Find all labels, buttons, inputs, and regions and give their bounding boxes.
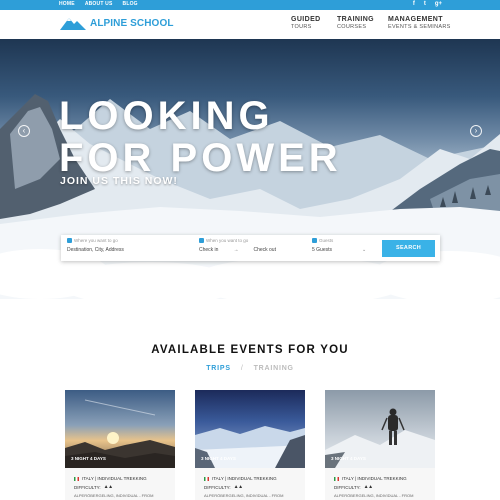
checkin-input[interactable]: Check in	[199, 247, 218, 253]
chevron-down-icon: ⌄	[362, 247, 367, 253]
difficulty-label: DIFFICULTY:	[334, 484, 361, 490]
event-location-text: ITALY | INDIVIDUAL TREKKING	[342, 476, 407, 481]
checkout-input[interactable]: Check out	[253, 247, 276, 253]
nav-title: MANAGEMENT	[388, 16, 443, 23]
guests-select[interactable]: 5 Guests ⌄	[312, 247, 366, 253]
event-location-text: ITALY | INDIVIDUAL TREKKING	[82, 476, 147, 481]
difficulty-mountain-icon: ▲▲	[103, 484, 113, 490]
destination-input[interactable]: Destination, City, Address	[67, 247, 124, 253]
event-location-text: ITALY | INDIVIDUAL TREKKING	[212, 476, 277, 481]
difficulty-label: DIFFICULTY:	[74, 484, 101, 490]
top-link-home[interactable]: HOME	[59, 1, 75, 7]
nav-training-courses[interactable]: TRAINING COURSES	[337, 16, 374, 31]
nav-subtitle: TOURS	[291, 24, 312, 30]
difficulty-label: DIFFICULTY:	[204, 484, 231, 490]
hero-title: LOOKING FOR POWER	[59, 95, 342, 179]
event-card[interactable]: 3 NIGHT 4 DAYS ITALY | INDIVIDUAL TREKKI…	[195, 390, 305, 500]
site-header: ALPINE SCHOOL GUIDED TOURS TRAINING COUR…	[0, 10, 500, 39]
event-card[interactable]: 3 NIGHT 4 DAYS ITALY | INDIVIDUAL TREKKI…	[325, 390, 435, 500]
event-difficulty: DIFFICULTY: ▲▲	[204, 484, 243, 490]
tab-training[interactable]: TRAINING	[254, 365, 294, 372]
italy-flag-icon	[74, 476, 79, 481]
difficulty-mountain-icon: ▲▲	[233, 484, 243, 490]
date-arrow-icon: →	[233, 247, 239, 253]
slider-next-arrow[interactable]: ›	[470, 125, 482, 137]
nav-subtitle: COURSES	[337, 24, 367, 30]
nav-guided-tours[interactable]: GUIDED TOURS	[291, 16, 321, 31]
twitter-icon[interactable]: t	[424, 1, 426, 8]
dates-field[interactable]: When you want to go Check in → Check out	[199, 238, 276, 253]
event-card[interactable]: 3 NIGHT 4 DAYS ITALY | INDIVIDUAL TREKKI…	[65, 390, 175, 500]
hero-subtitle: JOIN US THIS NOW!	[60, 175, 178, 187]
mountain-logo-icon	[60, 18, 86, 30]
italy-flag-icon	[334, 476, 339, 481]
destination-field[interactable]: Where you want to go Destination, City, …	[67, 238, 124, 253]
nav-title: TRAINING	[337, 16, 375, 23]
guests-field[interactable]: Guests 5 Guests ⌄	[312, 238, 366, 253]
event-description: ALPERÖBERGELING, INDIVIDUAL - FROM	[334, 493, 414, 498]
guests-value: 5 Guests	[312, 247, 333, 253]
dates-label-text: When you want to go	[206, 238, 249, 243]
dates-inputs: Check in → Check out	[199, 247, 276, 253]
guests-label-text: Guests	[319, 238, 334, 243]
event-location: ITALY | INDIVIDUAL TREKKING	[204, 476, 277, 481]
events-tabs: TRIPS / TRAINING	[0, 365, 500, 372]
destination-label: Where you want to go	[67, 238, 124, 243]
event-location: ITALY | INDIVIDUAL TREKKING	[334, 476, 407, 481]
nav-subtitle: EVENTS & SEMINARS	[388, 24, 451, 30]
location-icon	[67, 238, 72, 243]
event-difficulty: DIFFICULTY: ▲▲	[74, 484, 113, 490]
event-description: ALPERÖBERGELING, INDIVIDUAL - FROM	[74, 493, 154, 498]
tab-separator: /	[240, 365, 244, 372]
social-links: f t g+	[413, 1, 442, 8]
hero-title-line1: LOOKING	[59, 94, 274, 138]
search-button[interactable]: SEARCH	[382, 240, 435, 257]
guests-icon	[312, 238, 317, 243]
event-description: ALPERÖBERGELING, INDIVIDUAL - FROM	[204, 493, 284, 498]
destination-label-text: Where you want to go	[74, 238, 118, 243]
italy-flag-icon	[204, 476, 209, 481]
logo-text: ALPINE SCHOOL	[90, 17, 174, 29]
event-difficulty: DIFFICULTY: ▲▲	[334, 484, 373, 490]
google-plus-icon[interactable]: g+	[435, 1, 442, 8]
event-duration-badge: 3 NIGHT 4 DAYS	[331, 456, 366, 461]
nav-title: GUIDED	[291, 16, 321, 23]
booking-search-bar: Where you want to go Destination, City, …	[61, 235, 440, 261]
logo[interactable]: ALPINE SCHOOL	[60, 16, 174, 30]
dates-label: When you want to go	[199, 238, 276, 243]
calendar-icon	[199, 238, 204, 243]
difficulty-mountain-icon: ▲▲	[363, 484, 373, 490]
event-duration-badge: 3 NIGHT 4 DAYS	[71, 456, 106, 461]
event-location: ITALY | INDIVIDUAL TREKKING	[74, 476, 147, 481]
hero-title-line2: FOR POWER	[59, 136, 342, 180]
top-link-blog[interactable]: BLOG	[123, 1, 138, 7]
guests-label: Guests	[312, 238, 366, 243]
event-duration-badge: 3 NIGHT 4 DAYS	[201, 456, 236, 461]
top-links: HOME ABOUT US BLOG	[59, 1, 138, 7]
facebook-icon[interactable]: f	[413, 1, 415, 8]
nav-management-events[interactable]: MANAGEMENT EVENTS & SEMINARS	[388, 16, 451, 31]
top-link-about[interactable]: ABOUT US	[85, 1, 113, 7]
events-section-title: AVAILABLE EVENTS FOR YOU	[151, 344, 349, 356]
slider-prev-arrow[interactable]: ‹	[18, 125, 30, 137]
top-bar: HOME ABOUT US BLOG f t g+	[0, 0, 500, 10]
tab-trips[interactable]: TRIPS	[206, 365, 231, 372]
